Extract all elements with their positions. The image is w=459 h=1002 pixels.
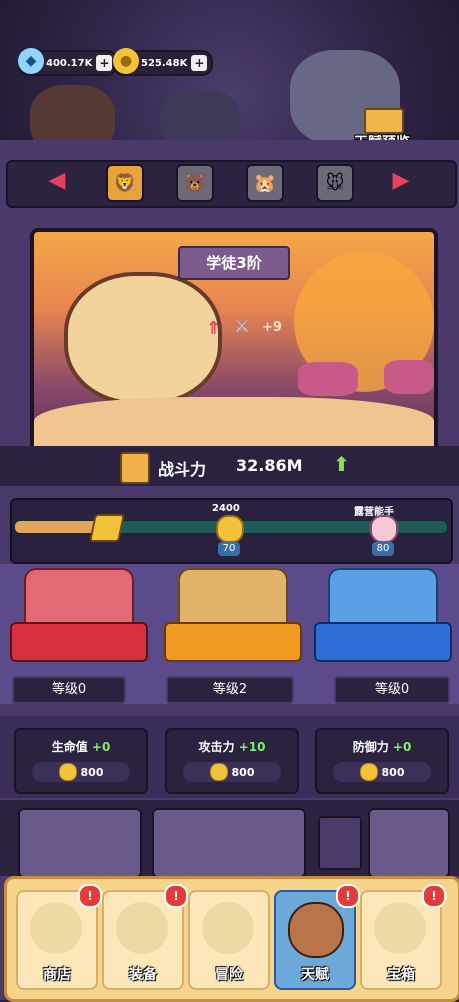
nav-chest-label: 宝箱 <box>387 967 415 983</box>
door-right <box>368 808 450 878</box>
attack-level: 等级2 <box>166 676 294 704</box>
hero-slot-locked-1[interactable]: 🐻 <box>176 164 214 202</box>
upgrade-arrow-icon: ⇑ <box>206 318 222 339</box>
bat-enemy-2 <box>384 360 434 394</box>
progress-marker-icon <box>89 514 125 542</box>
attack-stat-bonus: +10 <box>238 740 266 754</box>
equipment-icon <box>116 902 168 954</box>
defense-stat-bonus: +0 <box>392 740 412 754</box>
talent-alert-badge: ! <box>336 884 360 908</box>
health-upgrade-card[interactable] <box>10 566 148 662</box>
gem-value: 400.17K <box>46 57 93 69</box>
chest-icon <box>374 902 426 954</box>
health-upgrade-cost: 800 <box>80 765 104 779</box>
defense-upgrade-card[interactable] <box>314 566 452 662</box>
attack-stat-panel[interactable]: 攻击力 +10 800 <box>165 728 299 794</box>
red-pedestal <box>10 622 148 662</box>
nav-talent[interactable]: ! 天赋 <box>274 884 360 990</box>
next-reward-character-icon <box>370 515 398 543</box>
milestone-value: 2400 <box>212 503 240 514</box>
nav-adventure-label: 冒险 <box>215 967 243 983</box>
hero-slot-locked-2[interactable]: 🐹 <box>246 164 284 202</box>
hero-slot-lion[interactable]: 🦁 <box>106 164 144 202</box>
talent-icon <box>288 902 344 958</box>
equipment-alert-badge: ! <box>164 884 188 908</box>
talent-preview-icon <box>364 108 404 134</box>
next-hero-arrow[interactable]: ▶ <box>388 170 414 192</box>
adventure-icon <box>202 902 254 954</box>
combat-power-bar <box>0 446 459 486</box>
defense-stat-label-row: 防御力 +0 <box>317 738 447 755</box>
coin-icon <box>209 763 228 781</box>
sword-icon: ⚔ <box>234 316 251 337</box>
chest-alert-badge: ! <box>422 884 446 908</box>
coin-icon <box>359 763 378 781</box>
defense-stat-panel[interactable]: 防御力 +0 800 <box>315 728 449 794</box>
vent-panel <box>318 816 362 870</box>
defense-upgrade-cost: 800 <box>381 765 405 779</box>
defense-level: 等级0 <box>334 676 450 704</box>
nav-shop-label: 商店 <box>43 967 71 983</box>
attack-stat-label: 攻击力 <box>198 740 235 754</box>
coin-icon: ● <box>113 48 139 74</box>
health-stat-panel[interactable]: 生命值 +0 800 <box>14 728 148 794</box>
shop-alert-badge: ! <box>78 884 102 908</box>
rank-title: 学徒3阶 <box>178 246 290 280</box>
orange-pedestal <box>164 622 302 662</box>
bat-enemy-1 <box>298 362 358 396</box>
health-stat-label-row: 生命值 +0 <box>16 738 146 755</box>
nav-equipment-label: 装备 <box>129 967 157 983</box>
attack-upgrade-card[interactable] <box>164 566 302 662</box>
nav-chest[interactable]: ! 宝箱 <box>360 884 446 990</box>
gem-icon: ◆ <box>18 48 44 74</box>
power-label: 战斗力 <box>158 460 207 479</box>
nav-adventure[interactable]: 冒险 <box>188 890 270 990</box>
power-value: 32.86M <box>236 456 303 475</box>
prev-hero-arrow[interactable]: ◀ <box>44 170 70 192</box>
health-upgrade-cost-button[interactable]: 800 <box>32 762 130 782</box>
door-middle <box>152 808 306 878</box>
door-left <box>18 808 142 878</box>
coin-value: 525.48K <box>141 57 188 69</box>
gem-counter: ◆ 400.17K + <box>18 48 119 76</box>
next-reward-level-badge: 80 <box>372 542 394 556</box>
add-coins-button[interactable]: + <box>191 55 208 71</box>
attack-upgrade-cost: 800 <box>231 765 255 779</box>
nav-talent-label: 天赋 <box>301 967 329 983</box>
health-level: 等级0 <box>12 676 126 704</box>
nav-shop[interactable]: ! 商店 <box>16 884 102 990</box>
attack-stat-label-row: 攻击力 +10 <box>167 738 297 755</box>
coin-counter: ● 525.48K + <box>113 48 214 76</box>
add-gems-button[interactable]: + <box>96 55 113 71</box>
nav-equipment[interactable]: ! 装备 <box>102 884 188 990</box>
milestone-level-badge: 70 <box>218 542 240 556</box>
attack-upgrade-cost-button[interactable]: 800 <box>183 762 281 782</box>
defense-upgrade-cost-button[interactable]: 800 <box>333 762 431 782</box>
health-stat-label: 生命值 <box>51 740 88 754</box>
blue-pedestal <box>314 622 452 662</box>
power-up-arrow-icon: ⬆ <box>333 452 350 476</box>
hero-slot-locked-3[interactable]: 🐭 <box>316 164 354 202</box>
defense-stat-label: 防御力 <box>352 740 389 754</box>
lion-hero <box>64 272 222 405</box>
bonus-text: +9 <box>262 320 282 335</box>
power-icon <box>120 452 150 484</box>
coin-icon <box>58 763 77 781</box>
shop-icon <box>30 902 82 954</box>
health-stat-bonus: +0 <box>91 740 111 754</box>
milestone-coin-icon <box>216 515 244 543</box>
